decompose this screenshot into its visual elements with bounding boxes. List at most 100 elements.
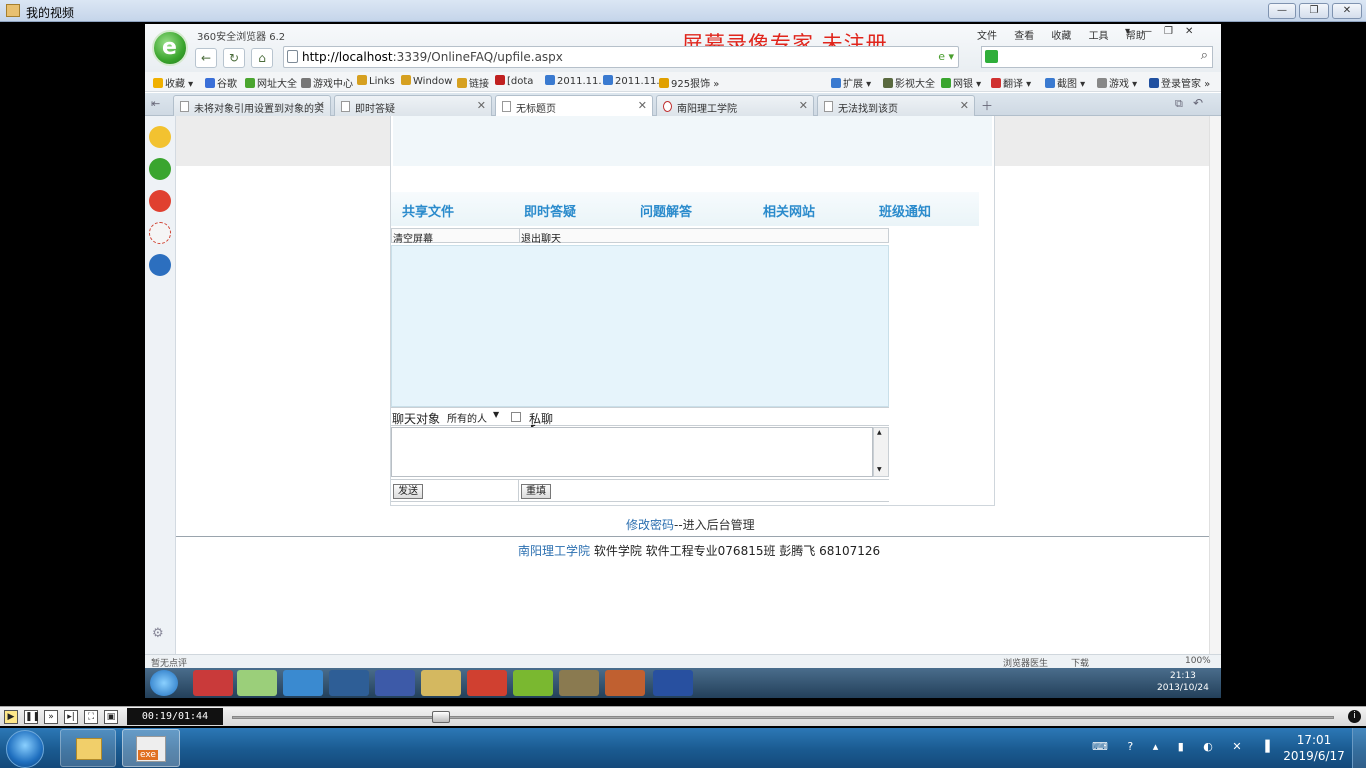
nav-faq[interactable]: 问题解答 bbox=[640, 201, 692, 220]
change-password-link[interactable]: 修改密码 bbox=[626, 518, 674, 532]
info-icon[interactable]: i bbox=[1348, 710, 1361, 723]
bookmark-2011-b[interactable]: 2011.11. bbox=[603, 75, 660, 87]
start-button[interactable] bbox=[6, 730, 44, 768]
close-tab-icon[interactable]: ✕ bbox=[960, 99, 969, 112]
pause-icon[interactable]: ❚❚ bbox=[24, 710, 40, 724]
exit-chat-link[interactable]: 退出聊天 bbox=[521, 230, 561, 245]
message-input[interactable] bbox=[391, 427, 873, 477]
tab-error[interactable]: 未将对象引用设置到对象的实 ✕ bbox=[173, 95, 331, 116]
close-tab-icon[interactable]: ✕ bbox=[316, 99, 325, 112]
minimize-button[interactable]: — bbox=[1268, 3, 1296, 19]
bookmark-games[interactable]: 游戏中心 bbox=[301, 75, 353, 90]
folder-icon bbox=[76, 738, 102, 760]
nav-shared-files[interactable]: 共享文件 bbox=[402, 201, 454, 220]
back-button[interactable]: ← bbox=[195, 48, 217, 68]
toolbar-bank[interactable]: 网银 ▾ bbox=[941, 75, 981, 90]
menu-file[interactable]: 文件 bbox=[977, 31, 997, 42]
recorded-taskbar: 21:13 2013/10/24 bbox=[145, 668, 1221, 698]
fast-forward-icon[interactable]: » bbox=[44, 710, 58, 724]
menu-view[interactable]: 查看 bbox=[1014, 31, 1034, 42]
toolbar-login[interactable]: 登录管家 » bbox=[1149, 75, 1210, 90]
bookmarks-bar: 收藏 ▾ 谷歌 网址大全 游戏中心 Links Window 链接 [dota … bbox=[145, 72, 1221, 92]
play-icon[interactable]: ▶ bbox=[4, 710, 18, 724]
bookmark-hao123[interactable]: 网址大全 bbox=[245, 75, 297, 90]
bookmark-link-folder[interactable]: 链接 bbox=[457, 75, 489, 90]
browser-sidebar: ⚙ bbox=[145, 116, 176, 654]
bookmark-favorites[interactable]: 收藏 ▾ bbox=[153, 75, 193, 90]
bookmark-google[interactable]: 谷歌 bbox=[205, 75, 237, 90]
scroll-down-icon[interactable]: ▼ bbox=[877, 466, 882, 473]
system-clock[interactable]: 17:01 2019/6/17 bbox=[1283, 732, 1345, 764]
app-icon[interactable] bbox=[149, 254, 171, 276]
nav-instant-qa[interactable]: 即时答疑 bbox=[524, 201, 576, 220]
address-bar[interactable]: http://localhost:3339/OnlineFAQ/upfile.a… bbox=[283, 46, 959, 68]
nav-class-notice[interactable]: 班级通知 bbox=[879, 201, 931, 220]
fit-icon[interactable]: ▣ bbox=[104, 710, 118, 724]
bookmark-dota[interactable]: [dota bbox=[495, 75, 533, 87]
scroll-up-icon[interactable]: ▲ bbox=[877, 429, 882, 436]
recorded-browser-icon bbox=[237, 670, 277, 696]
history-clock-icon[interactable] bbox=[149, 158, 171, 180]
ie-mode-icon[interactable]: e ▾ bbox=[938, 50, 954, 63]
show-desktop-button[interactable] bbox=[1352, 728, 1366, 768]
tab-untitled[interactable]: 无标题页 ✕ bbox=[495, 95, 653, 117]
close-tab-icon[interactable]: ✕ bbox=[477, 99, 486, 112]
seek-bar[interactable] bbox=[232, 716, 1334, 719]
sidebar-toggle-icon[interactable]: ⇤ bbox=[151, 97, 160, 110]
undo-close-icon[interactable]: ↶ bbox=[1193, 96, 1203, 110]
close-tab-icon[interactable]: ✕ bbox=[799, 99, 808, 112]
maximize-button[interactable]: ❐ bbox=[1299, 3, 1329, 19]
toolbar-translate[interactable]: 翻译 ▾ bbox=[991, 75, 1031, 90]
bookmark-window[interactable]: Window bbox=[401, 75, 452, 87]
bookmark-925[interactable]: 925狠饰 » bbox=[659, 75, 719, 90]
tab-list-icon[interactable]: ⧉ bbox=[1175, 97, 1183, 111]
bookmark-links[interactable]: Links bbox=[357, 75, 395, 87]
tab-nyist[interactable]: 南阳理工学院 ✕ bbox=[656, 95, 814, 116]
zoom-level[interactable]: 100% bbox=[1185, 656, 1211, 666]
home-button[interactable]: ⌂ bbox=[251, 48, 273, 68]
new-tab-button[interactable]: ＋ bbox=[981, 97, 993, 114]
chat-target-row: 聊天对象 所有的人 ▼ 私聊 ↖ bbox=[391, 407, 889, 437]
refresh-button[interactable]: ↻ bbox=[223, 48, 245, 68]
tab-not-found[interactable]: 无法找到该页 ✕ bbox=[817, 95, 975, 116]
url-text: http://localhost:3339/OnlineFAQ/upfile.a… bbox=[302, 50, 563, 64]
weibo-icon[interactable] bbox=[149, 190, 171, 212]
menu-tools[interactable]: 工具 bbox=[1089, 31, 1109, 42]
recorded-app-icon bbox=[559, 670, 599, 696]
favorites-star-icon[interactable] bbox=[149, 126, 171, 148]
private-chat-checkbox[interactable] bbox=[511, 412, 521, 422]
system-tray-icons[interactable]: ⌨ ? ▴ ▮ ◐ ✕ ▐ bbox=[1092, 740, 1278, 753]
chat-target-select[interactable]: 所有的人 ▼ bbox=[447, 410, 501, 425]
chat-messages-area[interactable] bbox=[391, 245, 889, 407]
player-taskbar-button[interactable]: exe bbox=[122, 729, 180, 767]
message-input-scrollbar[interactable]: ▲ ▼ bbox=[873, 427, 889, 477]
seek-thumb[interactable] bbox=[432, 711, 450, 723]
clear-screen-link[interactable]: 清空屏幕 bbox=[393, 230, 433, 245]
menu-favorites[interactable]: 收藏 bbox=[1051, 31, 1071, 42]
toolbar-extensions[interactable]: 扩展 ▾ bbox=[831, 75, 871, 90]
search-engine-icon[interactable] bbox=[985, 50, 998, 63]
page-scrollbar[interactable] bbox=[1209, 116, 1221, 654]
browser-window: e 360安全浏览器 6.2 屏幕录像专家 未注册 文件 查看 收藏 工具 帮助… bbox=[145, 24, 1221, 698]
search-icon[interactable]: ⌕ bbox=[1201, 48, 1208, 63]
send-button[interactable]: 发送 bbox=[393, 484, 423, 499]
page-header-panel bbox=[393, 116, 992, 166]
browser-window-controls[interactable]: ▾—❐✕ bbox=[1125, 26, 1205, 37]
bookmark-2011-a[interactable]: 2011.11. bbox=[545, 75, 602, 87]
toolbar-games[interactable]: 游戏 ▾ bbox=[1097, 75, 1137, 90]
reset-button[interactable]: 重填 bbox=[521, 484, 551, 499]
close-tab-icon[interactable]: ✕ bbox=[638, 99, 647, 112]
nav-related-sites[interactable]: 相关网站 bbox=[763, 201, 815, 220]
tab-instant-qa[interactable]: 即时答疑 ✕ bbox=[334, 95, 492, 116]
settings-gear-icon[interactable]: ⚙ bbox=[152, 626, 164, 641]
school-link[interactable]: 南阳理工学院 bbox=[518, 544, 590, 558]
mail-icon[interactable] bbox=[149, 222, 171, 244]
toolbar-video[interactable]: 影视大全 bbox=[883, 75, 935, 90]
toolbar-screenshot[interactable]: 截图 ▾ bbox=[1045, 75, 1085, 90]
search-input[interactable]: ⌕ bbox=[981, 46, 1213, 68]
explorer-taskbar-button[interactable] bbox=[60, 729, 116, 767]
next-icon[interactable]: ▸| bbox=[64, 710, 78, 724]
close-button[interactable]: ✕ bbox=[1332, 3, 1362, 19]
recorded-chrome-icon bbox=[467, 670, 507, 696]
fullscreen-icon[interactable]: ⛶ bbox=[84, 710, 98, 724]
